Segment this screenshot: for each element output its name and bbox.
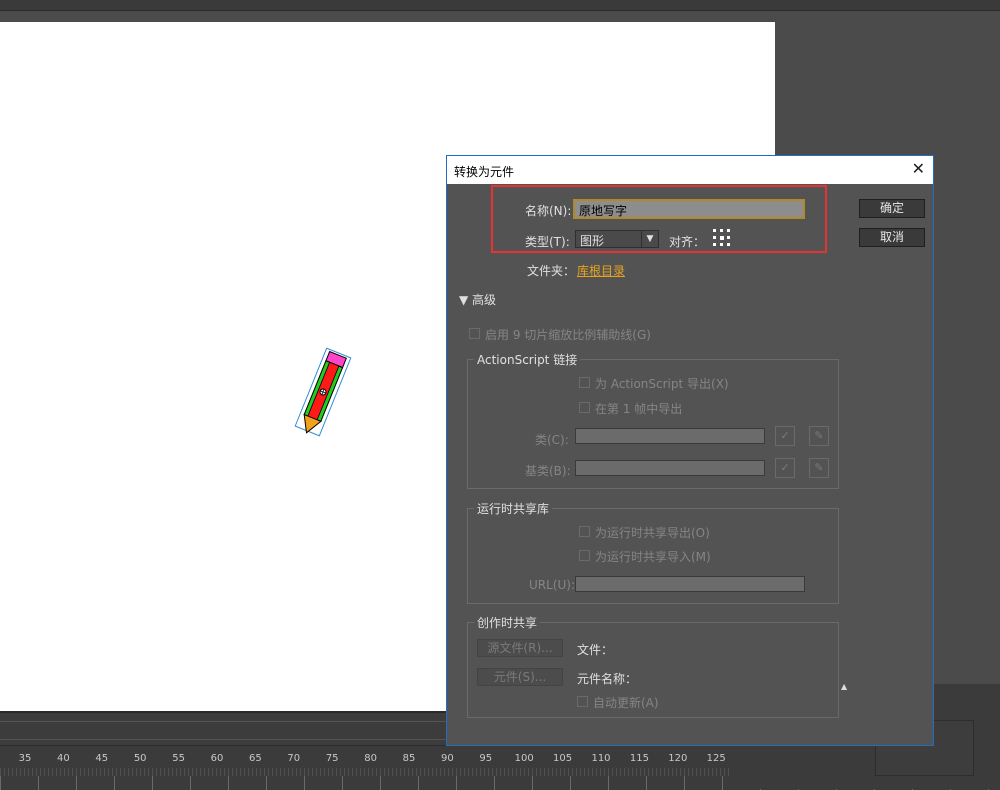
registration-grid-icon[interactable] [713,229,731,247]
runtime-import-checkbox[interactable] [579,550,590,561]
folder-label: 文件夹： [527,264,576,278]
app-top-bar [0,0,1000,11]
pencil-edit-icon[interactable]: ✎ [809,458,829,478]
ruler-frame-number: 45 [95,753,109,764]
authortime-sharing-group-title: 创作时共享 [474,614,541,631]
runtime-export-label: 为运行时共享导出(O) [595,526,710,540]
ruler-frame-number: 55 [172,753,185,764]
nine-slice-checkbox[interactable] [469,328,480,339]
export-frame1-label: 在第 1 帧中导出 [595,402,683,416]
base-class-input[interactable] [575,460,765,476]
type-label: 类型(T): [525,235,570,249]
actionscript-group-title: ActionScript 链接 [474,351,581,368]
timeline-track [0,711,446,747]
file-label: 文件： [577,643,614,657]
class-input[interactable] [575,428,765,444]
name-label: 名称(N): [525,204,572,218]
ruler-frame-number: 100 [514,753,534,764]
symbol-type-select[interactable]: 图形 ▼ [575,230,659,248]
runtime-sharing-group-title: 运行时共享库 [474,500,553,517]
ruler-frame-number: 95 [479,753,493,764]
symbol-type-value: 图形 [580,234,605,248]
ruler-frame-number: 125 [706,753,726,764]
symbol-name-label: 元件名称： [577,672,638,686]
ruler-frame-number: 105 [553,753,573,764]
convert-to-symbol-dialog: 转换为元件 ✕ 名称(N): 原地写字 类型(T): 图形 ▼ 对齐： 文件夹：… [446,155,934,746]
resize-grip-icon[interactable]: ▲ [841,682,847,691]
symbol-name-input[interactable]: 原地写字 [573,199,805,219]
ruler-frame-number: 110 [591,753,611,764]
class-label: 类(C): [535,433,569,447]
ruler-frame-number: 85 [402,753,416,764]
ruler-frame-number: 40 [57,753,70,764]
ruler-frame-number: 80 [364,753,377,764]
export-as-checkbox[interactable] [579,377,590,388]
dialog-title: 转换为元件 [454,165,515,179]
checkmark-icon[interactable]: ✓ [775,458,795,478]
source-file-button[interactable]: 源文件(R)... [477,639,563,657]
ruler-frame-number: 65 [249,753,262,764]
chevron-down-icon: ▼ [641,231,658,247]
pencil-graphic[interactable] [288,340,358,445]
base-class-label: 基类(B): [525,464,571,478]
runtime-import-label: 为运行时共享导入(M) [595,550,711,564]
export-frame1-checkbox[interactable] [579,402,590,413]
url-label: URL(U): [529,578,575,592]
ok-button[interactable]: 确定 [859,199,925,218]
auto-update-checkbox[interactable] [577,696,588,707]
advanced-toggle[interactable]: ▼ 高级 [459,291,496,308]
checkmark-icon[interactable]: ✓ [775,426,795,446]
auto-update-label: 自动更新(A) [593,696,659,710]
ruler-frame-number: 115 [629,753,649,764]
align-label: 对齐： [669,235,706,249]
close-icon[interactable]: ✕ [912,159,925,178]
pencil-edit-icon[interactable]: ✎ [809,426,829,446]
ruler-frame-number: 120 [668,753,688,764]
pencil-svg [294,347,352,437]
nine-slice-label: 启用 9 切片缩放比例辅助线(G) [485,328,651,342]
url-input[interactable] [575,576,805,592]
dialog-title-bar: 转换为元件 ✕ [447,156,933,184]
ruler-frame-number: 35 [18,753,32,764]
symbol-button[interactable]: 元件(S)... [477,668,563,686]
ruler-frame-number: 70 [287,753,301,764]
ruler-frame-number: 60 [210,753,224,764]
folder-link[interactable]: 库根目录 [577,262,625,279]
cancel-button[interactable]: 取消 [859,228,925,247]
ruler-frame-number: 50 [133,753,147,764]
export-as-label: 为 ActionScript 导出(X) [595,377,729,391]
runtime-export-checkbox[interactable] [579,526,590,537]
ruler-frame-number: 75 [325,753,339,764]
ruler-frame-number: 90 [441,753,454,764]
